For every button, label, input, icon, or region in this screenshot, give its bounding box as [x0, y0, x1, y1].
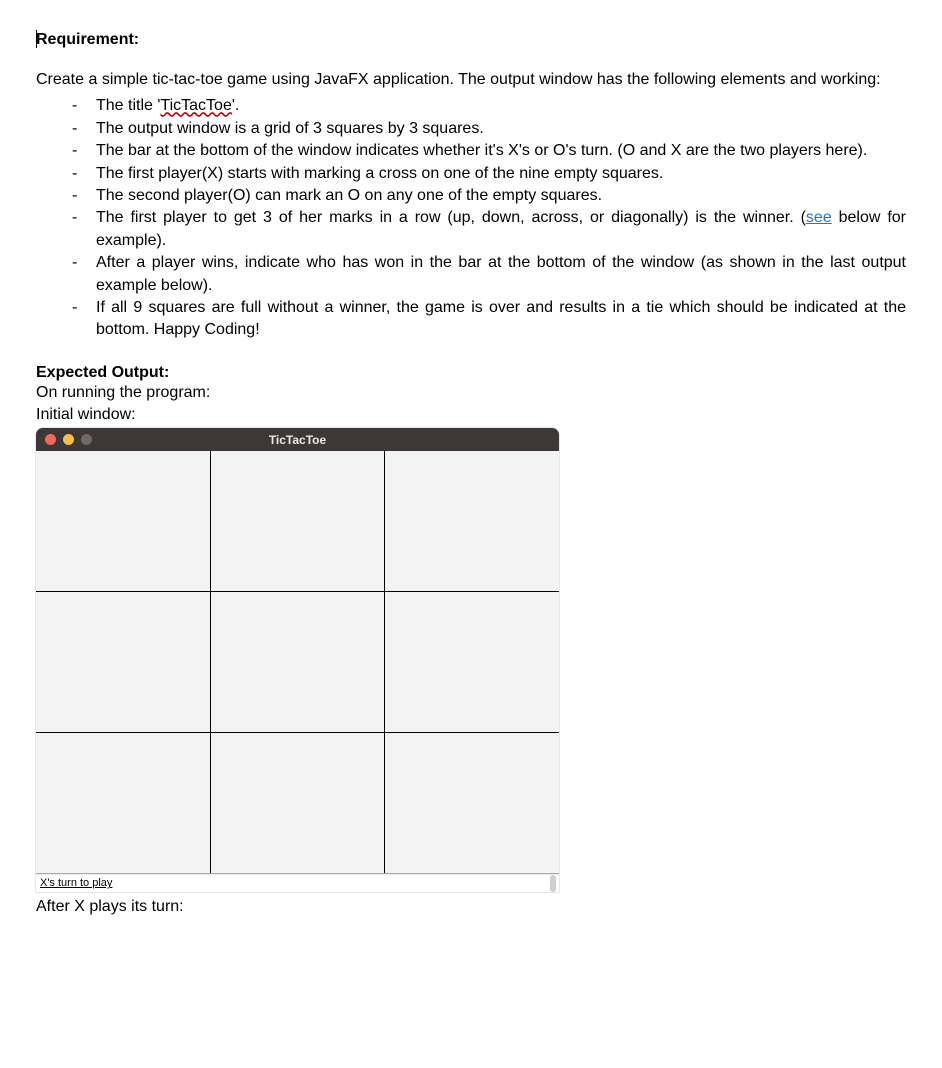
list-item: The first player(X) starts with marking … [36, 163, 906, 185]
close-icon[interactable] [45, 434, 56, 445]
grid-cell[interactable] [211, 733, 385, 873]
window-controls [45, 434, 92, 445]
list-text-pre: The title ' [96, 97, 160, 114]
maximize-icon[interactable] [81, 434, 92, 445]
grid-cell[interactable] [36, 451, 210, 591]
list-text: After a player wins, indicate who has wo… [96, 254, 906, 293]
grid-cell[interactable] [36, 592, 210, 732]
app-window: TicTacToe X's turn to play [36, 428, 559, 892]
list-item: The second player(O) can mark an O on an… [36, 185, 906, 207]
window-title: TicTacToe [36, 433, 559, 447]
list-text: The first player(X) starts with marking … [96, 165, 663, 182]
list-text-pre: The first player to get 3 of her marks i… [96, 209, 806, 226]
grid-cell[interactable] [211, 451, 385, 591]
section-heading-expected: Expected Output: [36, 364, 906, 382]
list-item: The bar at the bottom of the window indi… [36, 140, 906, 162]
grid-cell[interactable] [36, 733, 210, 873]
requirement-list: The title 'TicTacToe'. The output window… [36, 95, 906, 341]
expected-line-after-x: After X plays its turn: [36, 896, 906, 918]
heading-text: Requirement: [36, 31, 139, 48]
titlebar: TicTacToe [36, 428, 559, 451]
grid-cell[interactable] [211, 592, 385, 732]
list-item: The title 'TicTacToe'. [36, 95, 906, 117]
status-bar: X's turn to play [36, 874, 559, 892]
expected-line-initial: Initial window: [36, 404, 906, 426]
list-item: The output window is a grid of 3 squares… [36, 118, 906, 140]
intro-paragraph: Create a simple tic-tac-toe game using J… [36, 69, 906, 91]
list-item: After a player wins, indicate who has wo… [36, 252, 906, 297]
grid-cell[interactable] [385, 733, 559, 873]
grid-cell[interactable] [385, 451, 559, 591]
list-item: The first player to get 3 of her marks i… [36, 207, 906, 252]
list-text: The output window is a grid of 3 squares… [96, 120, 484, 137]
minimize-icon[interactable] [63, 434, 74, 445]
list-item: If all 9 squares are full without a winn… [36, 297, 906, 342]
game-grid [36, 451, 559, 874]
spellcheck-squiggle: TicTacToe [160, 97, 231, 114]
grid-cell[interactable] [385, 592, 559, 732]
hyperlink-see[interactable]: see [806, 209, 832, 226]
section-heading-requirement: Requirement: [36, 30, 906, 49]
expected-line-running: On running the program: [36, 382, 906, 404]
list-text: The second player(O) can mark an O on an… [96, 187, 602, 204]
list-text-post: '. [232, 97, 240, 114]
list-text: If all 9 squares are full without a winn… [96, 299, 906, 338]
list-text: The bar at the bottom of the window indi… [96, 142, 867, 159]
